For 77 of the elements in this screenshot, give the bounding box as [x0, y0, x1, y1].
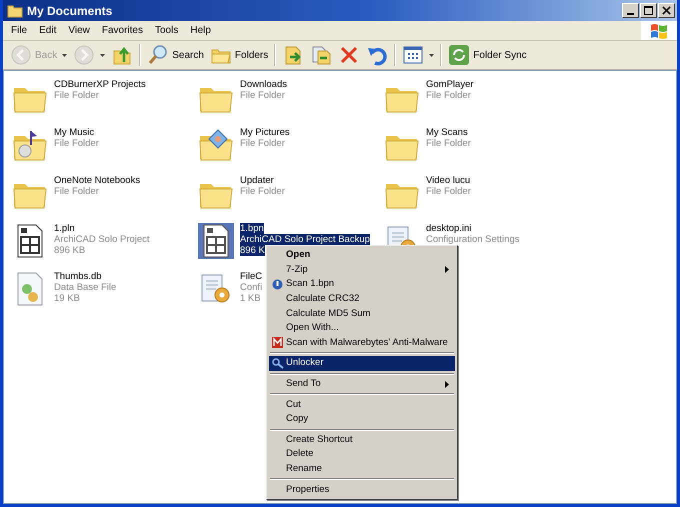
menu-item[interactable]: Scan with Malwarebytes' Anti-Malware: [269, 336, 455, 350]
file-name[interactable]: Downloads: [240, 79, 287, 90]
sync-icon: [448, 44, 470, 66]
menu-item[interactable]: Scan 1.bpn: [269, 277, 455, 292]
maximize-button[interactable]: [640, 3, 657, 18]
file-type: File Folder: [240, 90, 285, 101]
close-button[interactable]: [658, 3, 675, 18]
menu-item[interactable]: Copy: [269, 412, 455, 427]
file-name[interactable]: Thumbs.db: [54, 271, 102, 282]
views-icon: [402, 44, 424, 66]
minimize-button[interactable]: [622, 3, 639, 18]
file-type: File Folder: [426, 138, 471, 149]
file-name[interactable]: FileC: [240, 271, 262, 282]
menu-item[interactable]: Tools: [148, 23, 184, 38]
info-circle-icon: [272, 278, 283, 290]
file-name[interactable]: Video lucu: [426, 175, 470, 186]
file-name[interactable]: OneNote Notebooks: [54, 175, 140, 186]
folders-button[interactable]: Folders: [206, 43, 272, 67]
menu-item[interactable]: Unlocker: [269, 356, 455, 371]
file-name[interactable]: Updater: [240, 175, 274, 186]
magnifier-icon: [272, 358, 284, 369]
menu-item[interactable]: Open: [269, 248, 455, 263]
menu-item[interactable]: Rename: [269, 462, 455, 476]
menu-item[interactable]: Send To: [269, 376, 455, 392]
folder-icon[interactable]: [198, 127, 234, 163]
file-type: ArchiCAD Solo Project: [54, 234, 150, 245]
menu-item[interactable]: Properties: [269, 482, 455, 497]
file-size: 1 KB: [240, 293, 261, 304]
menu-item[interactable]: Open With...: [269, 320, 455, 336]
menu-item[interactable]: Calculate MD5 Sum: [269, 306, 455, 321]
file-name[interactable]: My Scans: [426, 127, 468, 138]
dropdown-arrow-icon[interactable]: [429, 54, 434, 56]
menu-item[interactable]: 7-Zip: [269, 262, 455, 278]
file-icon[interactable]: [198, 223, 234, 259]
submenu-arrow-icon: [445, 380, 449, 388]
copy-to-icon: [310, 44, 332, 66]
search-button[interactable]: Search: [144, 43, 207, 67]
file-type: File Folder: [54, 90, 99, 101]
menu-item[interactable]: Cut: [269, 397, 455, 412]
file-size: 19 KB: [54, 293, 80, 304]
file-type: Data Base File: [54, 282, 116, 293]
menu-item[interactable]: Create Shortcut: [269, 432, 455, 448]
file-type: File Folder: [240, 138, 285, 149]
window-title: My Documents: [27, 4, 114, 18]
file-type: ArchiCAD Solo Project Backup: [240, 234, 370, 245]
file-name[interactable]: CDBurnerXP Projects: [54, 79, 146, 90]
menu-item[interactable]: Calculate CRC32: [269, 292, 455, 306]
menu-item[interactable]: View: [62, 23, 96, 38]
submenu-arrow-icon: [445, 266, 449, 274]
menu-item[interactable]: Favorites: [96, 23, 149, 38]
file-name[interactable]: 1.pln: [54, 223, 75, 234]
menu-item[interactable]: Delete: [269, 447, 455, 462]
file-name[interactable]: 1.bpn: [240, 223, 264, 234]
file-size: 896 KB: [54, 245, 86, 256]
menu-item[interactable]: File: [5, 23, 34, 38]
file-name[interactable]: My Music: [54, 127, 94, 138]
folder-icon: [7, 4, 23, 18]
search-icon: [147, 44, 170, 66]
file-type: File Folder: [426, 186, 471, 197]
sync-button[interactable]: Folder Sync: [445, 43, 530, 67]
file-name[interactable]: desktop.ini: [426, 223, 472, 234]
malware-scan-icon: [272, 337, 283, 348]
file-type: File Folder: [54, 138, 99, 149]
file-type: Configuration Settings: [426, 234, 520, 245]
maximize-icon: [644, 6, 653, 15]
file-name[interactable]: My Pictures: [240, 127, 290, 138]
file-type: File Folder: [426, 90, 471, 101]
minimize-icon: [627, 13, 634, 15]
file-type: File Folder: [54, 186, 99, 197]
file-type: Confi: [240, 282, 262, 293]
menu-item[interactable]: Edit: [33, 23, 62, 38]
file-name[interactable]: GomPlayer: [426, 79, 474, 90]
file-type: File Folder: [240, 186, 285, 197]
close-icon: [662, 6, 671, 15]
menu-item[interactable]: Help: [184, 23, 217, 38]
flag-icon: [641, 21, 677, 40]
file-size: 896 K: [240, 245, 265, 256]
